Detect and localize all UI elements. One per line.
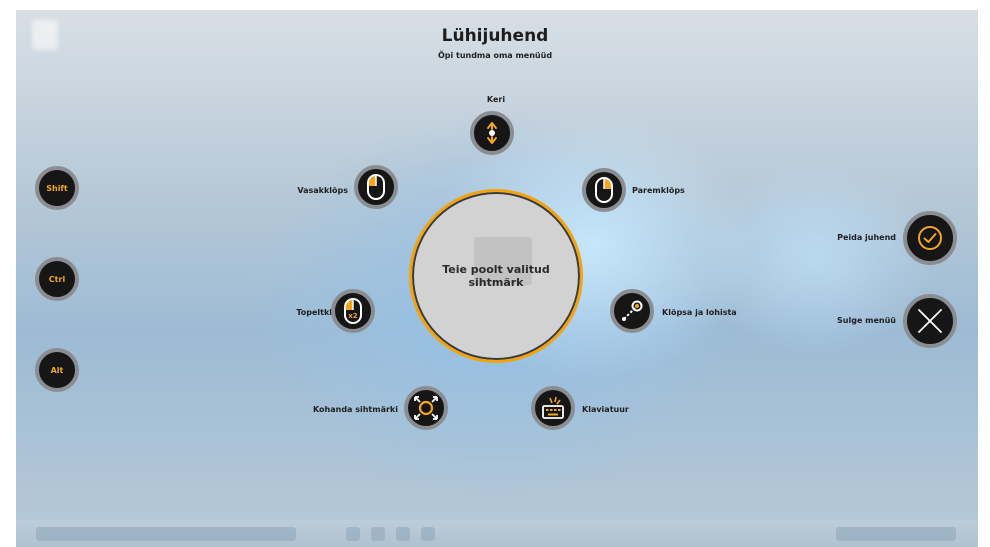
taskbar-app-icon — [371, 527, 385, 541]
adjust-target-label: Kohanda sihtmärki — [312, 405, 398, 414]
scroll-label: Keri — [486, 95, 506, 104]
alt-label: Alt — [50, 365, 64, 375]
taskbar — [16, 520, 978, 547]
taskbar-app-icon — [396, 527, 410, 541]
double-click-button[interactable]: x2 — [331, 289, 375, 333]
ctrl-button[interactable]: Ctrl — [35, 257, 79, 301]
close-icon — [916, 307, 944, 335]
scroll-button[interactable] — [470, 111, 514, 155]
drag-icon — [620, 299, 644, 323]
page-subtitle: Õpi tundma oma menüüd — [437, 51, 553, 60]
ctrl-label: Ctrl — [48, 274, 66, 284]
mouse-double-click-icon: x2 — [342, 298, 364, 324]
selected-target[interactable]: Teie poolt valitud sihtmärk — [409, 189, 583, 363]
mouse-right-click-icon — [594, 177, 614, 203]
left-click-button[interactable] — [354, 165, 398, 209]
shift-button[interactable]: Shift — [35, 166, 79, 210]
hide-guide-button[interactable] — [903, 211, 957, 265]
mouse-left-click-icon — [366, 174, 386, 200]
taskbar-app-icon — [421, 527, 435, 541]
shift-label: Shift — [46, 183, 68, 193]
resize-target-icon — [413, 395, 439, 421]
page-title: Lühijuhend — [441, 26, 549, 46]
right-click-label: Paremklõps — [632, 186, 685, 195]
right-click-button[interactable] — [582, 168, 626, 212]
double-click-badge: x2 — [348, 312, 358, 320]
left-click-label: Vasakklõps — [297, 186, 348, 195]
close-menu-button[interactable] — [903, 294, 957, 348]
taskbar-tray — [836, 527, 956, 541]
taskbar-search — [36, 527, 296, 541]
close-menu-label: Sulge menüü — [837, 316, 896, 325]
drag-button[interactable] — [610, 289, 654, 333]
drag-label: Klõpsa ja lohista — [662, 308, 737, 317]
taskbar-app-icon — [346, 527, 360, 541]
target-label: Teie poolt valitud sihtmärk — [442, 263, 550, 289]
keyboard-icon — [540, 395, 566, 421]
adjust-target-button[interactable] — [404, 386, 448, 430]
hide-guide-label: Peida juhend — [837, 233, 896, 242]
alt-button[interactable]: Alt — [35, 348, 79, 392]
keyboard-button[interactable] — [531, 386, 575, 430]
keyboard-label: Klaviatuur — [582, 405, 629, 414]
scroll-icon — [482, 121, 502, 145]
checkmark-icon — [916, 224, 944, 252]
